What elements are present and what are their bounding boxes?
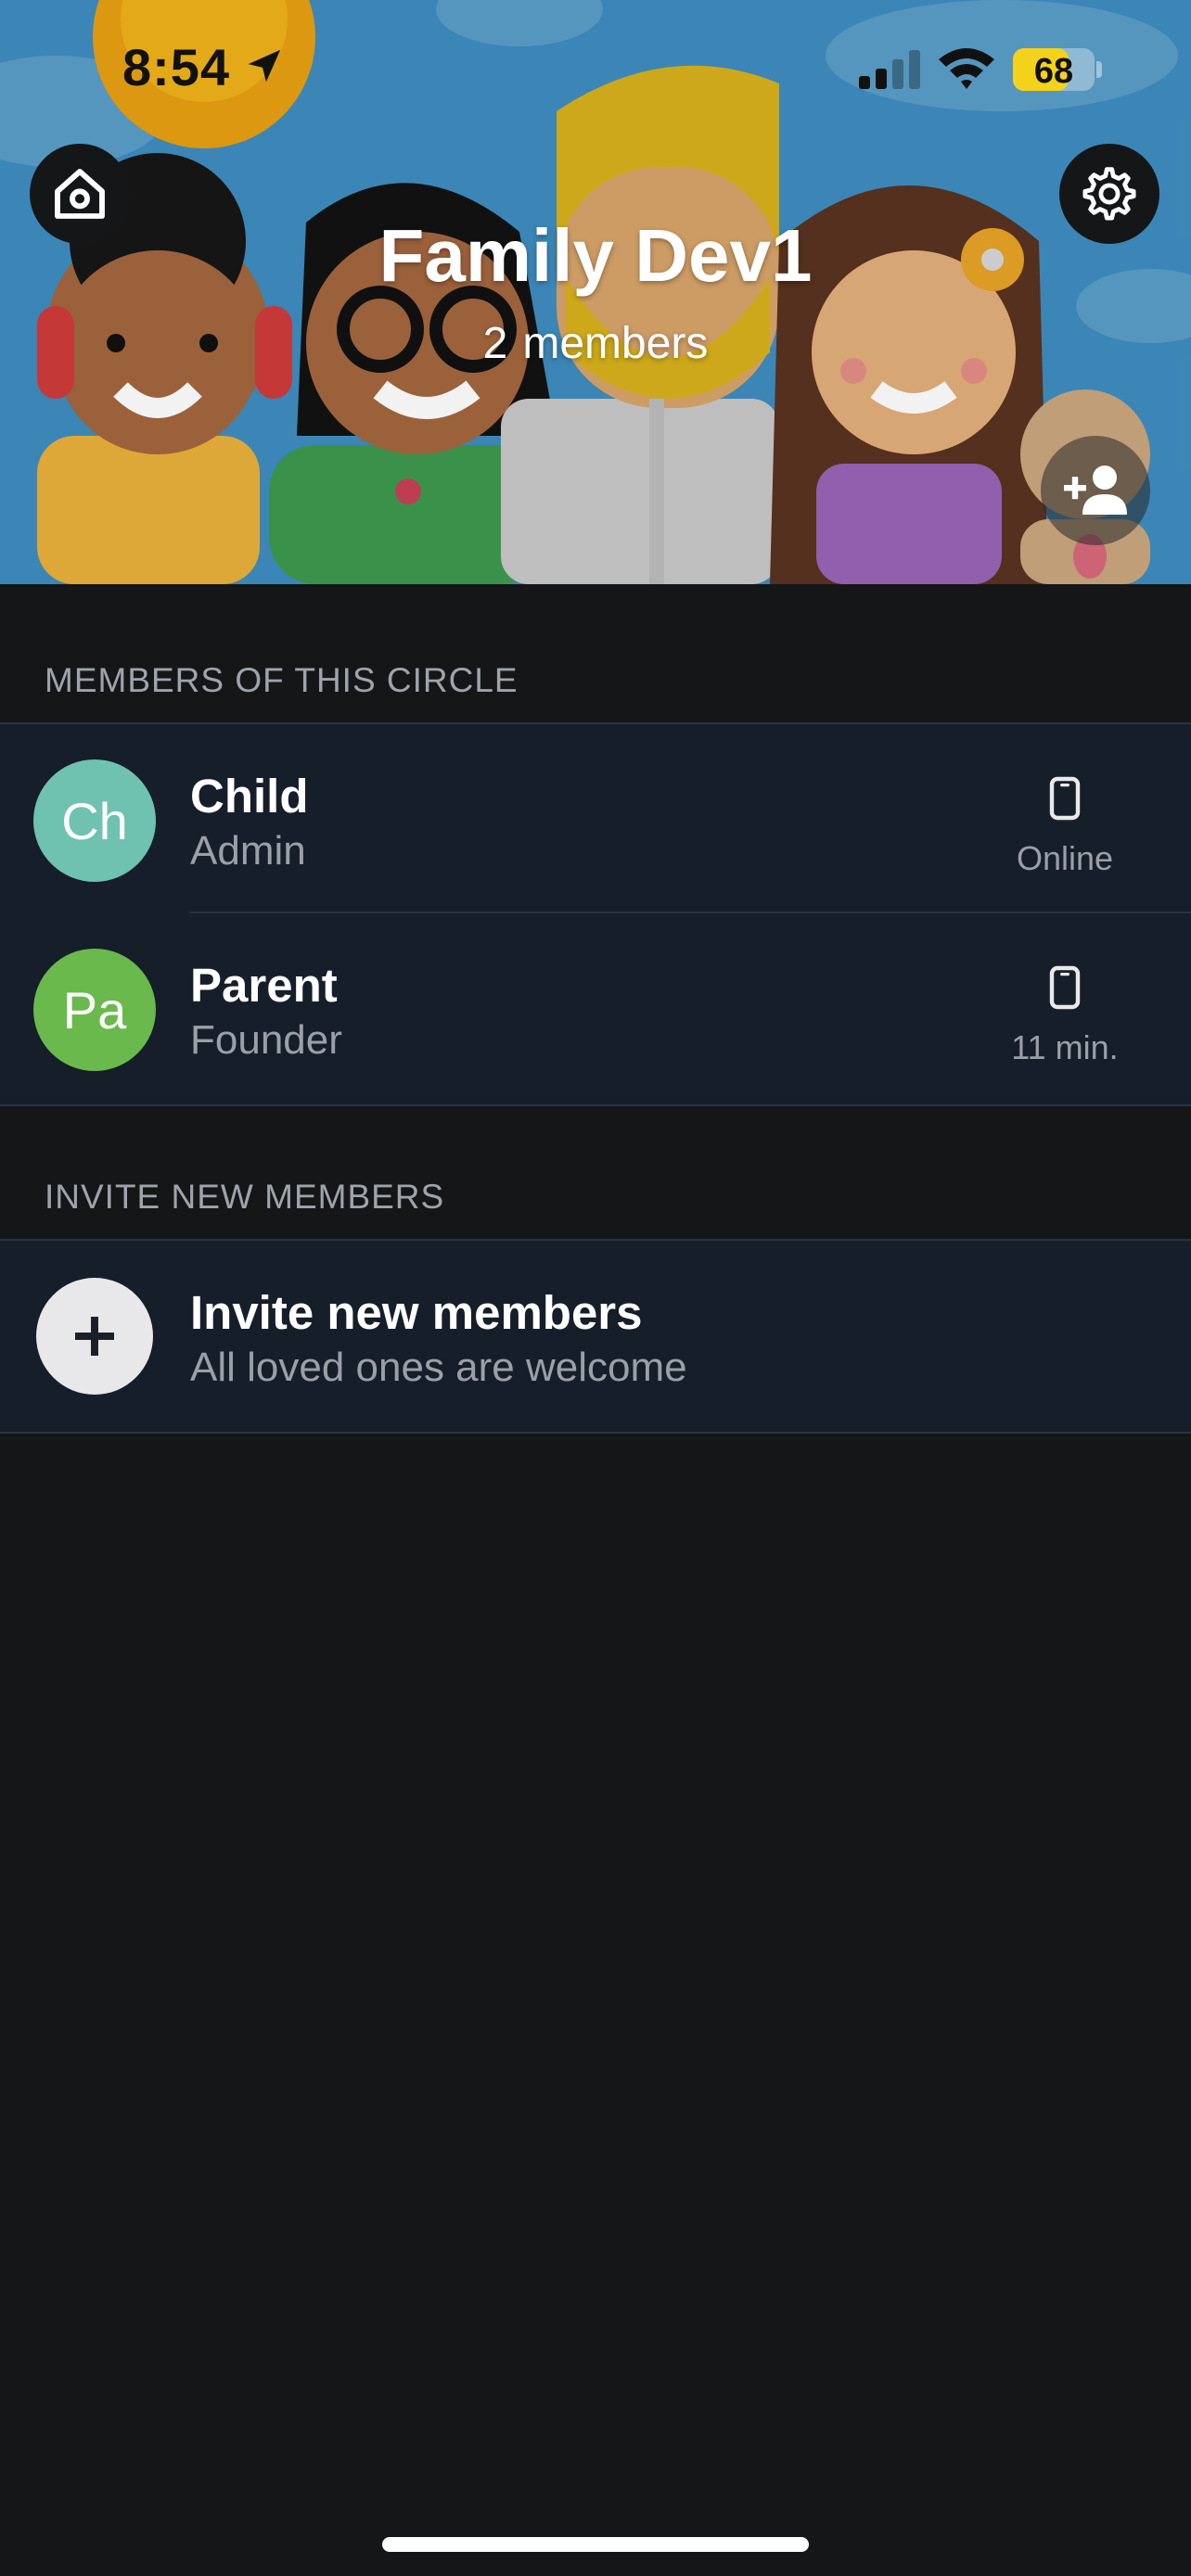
circle-header-banner: 8:54 68 Family Dev1 2 members [0,0,1191,584]
battery-tip [1096,61,1102,78]
member-count: 2 members [0,318,1191,369]
invite-plus-button[interactable] [36,1278,153,1395]
avatar: Pa [33,949,156,1071]
add-member-button[interactable] [1041,436,1150,545]
avatar: Ch [33,759,156,882]
plus-icon [75,1317,114,1356]
member-status: 11 min. [1011,1028,1119,1066]
invite-subtitle: All loved ones are welcome [190,1345,687,1390]
member-role: Founder [190,1017,342,1063]
member-name: Parent [190,959,338,1012]
home-indicator [382,2537,809,2552]
member-name: Child [190,770,309,823]
members-section-title: MEMBERS OF THIS CIRCLE [45,661,519,699]
member-status: Online [1016,839,1114,877]
wifi-icon [939,48,994,89]
invite-list: Invite new members All loved ones are we… [0,1239,1191,1434]
member-row-parent[interactable]: Pa Parent Founder 11 min. [0,913,1191,1103]
invite-new-members-row[interactable]: Invite new members All loved ones are we… [0,1241,1191,1430]
invite-title: Invite new members [190,1286,643,1339]
phone-icon [1049,776,1081,821]
battery-percent: 68 [1033,52,1074,91]
invite-section-title: INVITE NEW MEMBERS [45,1178,445,1216]
member-row-child[interactable]: Ch Child Admin Online [0,724,1191,913]
member-role: Admin [190,828,306,874]
location-arrow-icon [248,49,281,83]
add-person-icon [1064,465,1127,515]
battery-indicator: 68 [1013,48,1095,91]
status-time: 8:54 [122,38,231,96]
status-bar: 8:54 68 [0,0,1191,139]
member-count-label: members [522,319,709,368]
phone-icon [1049,965,1081,1010]
circle-name: Family Dev1 [378,214,813,297]
member-count-number: 2 [482,319,508,368]
cellular-signal-icon [859,50,920,89]
members-list: Ch Child Admin Online Pa Parent Founder … [0,722,1191,1106]
